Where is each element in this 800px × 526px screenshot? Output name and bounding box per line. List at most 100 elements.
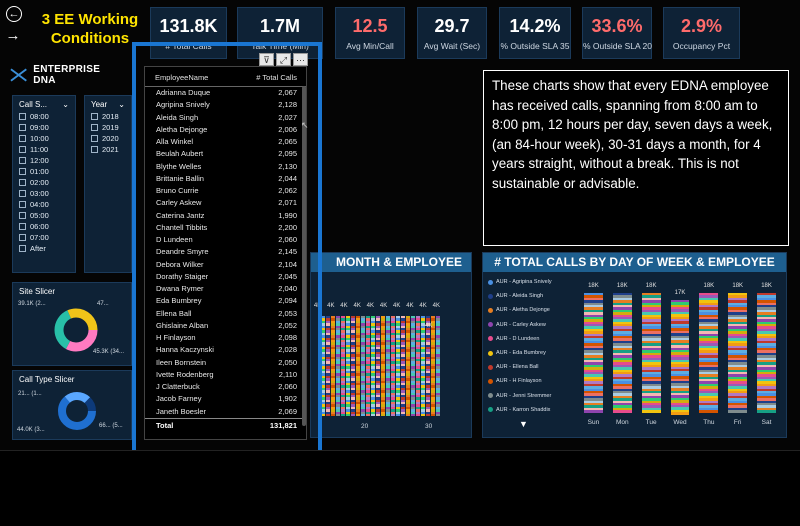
table-row[interactable]: Chantell Tibbits 2,200 bbox=[145, 222, 306, 234]
more-options-icon[interactable]: ⋯ bbox=[293, 53, 308, 66]
slicer-option[interactable]: 2021 bbox=[85, 144, 131, 155]
table-row[interactable]: Blythe Welles 2,130 bbox=[145, 161, 306, 173]
dow-bar-column[interactable]: 18K Sat bbox=[752, 281, 781, 431]
month-stacked-bar[interactable] bbox=[381, 316, 385, 416]
table-row[interactable]: Deandre Smyre 2,145 bbox=[145, 246, 306, 258]
table-row[interactable]: Janeth Boesler 2,069 bbox=[145, 406, 306, 418]
slicer-option[interactable]: 12:00 bbox=[13, 155, 75, 166]
dow-stacked-bar[interactable] bbox=[728, 293, 748, 415]
dow-stacked-bar[interactable] bbox=[699, 293, 719, 415]
table-row[interactable]: H Finlayson 2,098 bbox=[145, 332, 306, 344]
slicer-option[interactable]: 2019 bbox=[85, 122, 131, 133]
checkbox[interactable] bbox=[19, 168, 26, 175]
month-stacked-bar[interactable] bbox=[351, 316, 355, 416]
table-scrollbar[interactable] bbox=[302, 86, 306, 426]
month-stacked-bar[interactable] bbox=[426, 316, 430, 416]
legend-item[interactable]: AUR - Eda Bumbrey bbox=[488, 346, 578, 360]
checkbox[interactable] bbox=[19, 113, 26, 120]
checkbox[interactable] bbox=[19, 146, 26, 153]
slicer-option[interactable]: 10:00 bbox=[13, 133, 75, 144]
table-row[interactable]: Adrianna Duque 2,067 bbox=[145, 87, 306, 99]
dow-legend[interactable]: AUR - Agripina Snively AUR - Aleida Singh… bbox=[488, 275, 578, 417]
call-time-slicer[interactable]: Call S... ⌄ 08:00 09:00 10:00 11:00 12:00 01:0… bbox=[12, 95, 76, 273]
calltype-donut-chart[interactable] bbox=[55, 389, 99, 433]
month-stacked-bar[interactable] bbox=[336, 316, 340, 416]
month-stacked-bar[interactable] bbox=[386, 316, 390, 416]
dow-stacked-bar[interactable] bbox=[757, 293, 776, 415]
slicer-option[interactable]: 08:00 bbox=[13, 111, 75, 122]
legend-item[interactable]: AUR - Aletha Dejonge bbox=[488, 303, 578, 317]
table-row[interactable]: Ivette Rodenberg 2,110 bbox=[145, 369, 306, 381]
kpi-card[interactable]: 2.9% Occupancy Pct bbox=[663, 7, 740, 59]
kpi-card[interactable]: 33.6% % Outside SLA 20 bbox=[582, 7, 652, 59]
month-stacked-bar[interactable] bbox=[411, 316, 415, 416]
chevron-down-icon[interactable]: ⌄ bbox=[118, 100, 125, 109]
legend-item[interactable]: AUR - Ellena Ball bbox=[488, 360, 578, 374]
month-stacked-bar[interactable] bbox=[341, 316, 345, 416]
table-row[interactable]: Ellena Ball 2,053 bbox=[145, 308, 306, 320]
slicer-option[interactable]: 03:00 bbox=[13, 188, 75, 199]
checkbox[interactable] bbox=[19, 135, 26, 142]
table-row[interactable]: Bruno Currie 2,062 bbox=[145, 185, 306, 197]
employee-calls-table[interactable]: EmployeeName # Total Calls Adrianna Duqu… bbox=[144, 66, 307, 440]
back-circle-icon[interactable]: ← bbox=[6, 6, 22, 22]
table-row[interactable]: Aleida Singh 2,027 bbox=[145, 112, 306, 124]
month-stacked-bar[interactable] bbox=[431, 316, 435, 416]
dow-stacked-bar[interactable] bbox=[670, 299, 690, 415]
table-row[interactable]: Carley Askew 2,071 bbox=[145, 197, 306, 209]
checkbox[interactable] bbox=[91, 135, 98, 142]
month-stacked-bar[interactable] bbox=[421, 316, 425, 416]
kpi-card[interactable]: 29.7 Avg Wait (Sec) bbox=[417, 7, 487, 59]
dow-bar-column[interactable]: 18K Fri bbox=[723, 281, 752, 431]
col-total-calls[interactable]: # Total Calls bbox=[256, 73, 297, 82]
dow-employee-chart[interactable]: # TOTAL CALLS BY DAY OF WEEK & EMPLOYEE … bbox=[482, 252, 787, 438]
dow-bar-column[interactable]: 18K Mon bbox=[608, 281, 637, 431]
month-stacked-bar[interactable] bbox=[346, 316, 350, 416]
table-row[interactable]: Jacob Farney 1,902 bbox=[145, 393, 306, 405]
checkbox[interactable] bbox=[19, 201, 26, 208]
slicer-option[interactable]: 09:00 bbox=[13, 122, 75, 133]
month-bars-area[interactable] bbox=[321, 308, 441, 418]
month-employee-chart[interactable]: MONTH & EMPLOYEE 4K 4K 4K 4K 4K 4K 4K 4K 4K 4K 4K… bbox=[310, 252, 472, 438]
month-stacked-bar[interactable] bbox=[356, 316, 360, 416]
legend-item[interactable]: AUR - D Lundeen bbox=[488, 332, 578, 346]
table-row[interactable]: Ghislaine Alban 2,052 bbox=[145, 320, 306, 332]
table-row[interactable]: Eda Bumbrey 2,094 bbox=[145, 295, 306, 307]
legend-item[interactable]: AUR - Jenni Stremmer bbox=[488, 389, 578, 403]
legend-scroll-down-icon[interactable]: ▼ bbox=[519, 419, 528, 429]
legend-item[interactable]: AUR - Agripina Snively bbox=[488, 275, 578, 289]
month-stacked-bar[interactable] bbox=[401, 316, 405, 416]
slicer-option[interactable]: 05:00 bbox=[13, 210, 75, 221]
month-stacked-bar[interactable] bbox=[331, 316, 335, 416]
checkbox[interactable] bbox=[91, 146, 98, 153]
checkbox[interactable] bbox=[19, 179, 26, 186]
slicer-option[interactable]: 2020 bbox=[85, 133, 131, 144]
focus-mode-icon[interactable]: ⤢ bbox=[276, 53, 291, 66]
legend-item[interactable]: AUR - Aleida Singh bbox=[488, 289, 578, 303]
year-slicer[interactable]: Year ⌄ 2018 2019 2020 2021 bbox=[84, 95, 132, 273]
slicer-option[interactable]: 02:00 bbox=[13, 177, 75, 188]
dow-bar-column[interactable]: 18K Thu bbox=[694, 281, 723, 431]
table-row[interactable]: Dorathy Staiger 2,045 bbox=[145, 271, 306, 283]
slicer-option[interactable]: 06:00 bbox=[13, 221, 75, 232]
month-stacked-bar[interactable] bbox=[416, 316, 420, 416]
slicer-option[interactable]: 11:00 bbox=[13, 144, 75, 155]
dow-bar-column[interactable]: 18K Tue bbox=[637, 281, 666, 431]
kpi-card[interactable]: 12.5 Avg Min/Call bbox=[335, 7, 405, 59]
table-row[interactable]: Brittanie Ballin 2,044 bbox=[145, 173, 306, 185]
chevron-down-icon[interactable]: ⌄ bbox=[62, 100, 69, 109]
table-row[interactable]: Ileen Bornstein 2,050 bbox=[145, 357, 306, 369]
site-donut-chart[interactable] bbox=[51, 305, 101, 355]
table-row[interactable]: Agripina Snively 2,128 bbox=[145, 99, 306, 111]
table-row[interactable]: D Lundeen 2,060 bbox=[145, 234, 306, 246]
dow-bars-area[interactable]: 18K Sun 18K Mon 18K Tue 17K Wed 18K Thu 18K F… bbox=[579, 281, 781, 431]
checkbox[interactable] bbox=[19, 234, 26, 241]
month-stacked-bar[interactable] bbox=[326, 316, 330, 416]
month-stacked-bar[interactable] bbox=[391, 316, 395, 416]
legend-item[interactable]: AUR - H Finlayson bbox=[488, 374, 578, 388]
month-stacked-bar[interactable] bbox=[436, 316, 440, 416]
filter-icon[interactable]: ⊽ bbox=[259, 53, 274, 66]
month-stacked-bar[interactable] bbox=[371, 316, 375, 416]
month-stacked-bar[interactable] bbox=[366, 316, 370, 416]
table-row[interactable]: Dwana Rymer 2,040 bbox=[145, 283, 306, 295]
